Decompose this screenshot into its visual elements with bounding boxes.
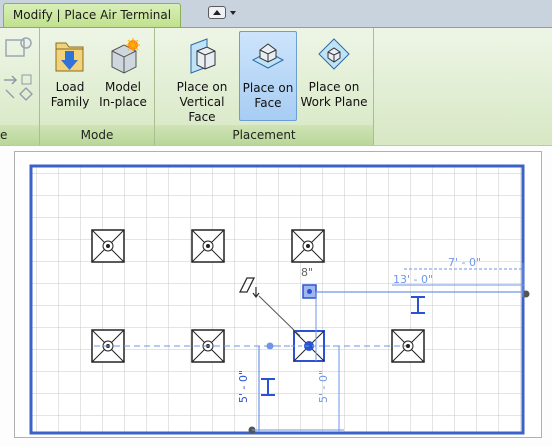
dimension-13ft[interactable]: 13' - 0" — [393, 273, 433, 286]
panel-mode: Load Family Model In-place Mode — [40, 28, 155, 145]
panel-create-title: e — [0, 125, 39, 145]
dimension-5ft-left[interactable]: 5' - 0" — [237, 370, 250, 403]
panel-placement-title: Placement — [155, 125, 373, 145]
place-on-vertical-face-button[interactable]: Place on Vertical Face — [167, 31, 237, 124]
panel-mode-title: Mode — [40, 125, 154, 145]
load-family-label-1: Load — [55, 80, 85, 94]
dimension-5ft-right[interactable]: 5' - 0" — [317, 370, 330, 403]
face-label-2: Face — [254, 96, 282, 110]
load-family-label-2: Family — [50, 95, 90, 109]
tab-modify-place-air-terminal[interactable]: Modify | Place Air Terminal — [3, 3, 181, 28]
air-terminal[interactable] — [291, 229, 325, 263]
face-icon — [251, 43, 285, 69]
create-tools-icon[interactable] — [2, 34, 36, 104]
panel-placement: Place on Vertical Face Place on Face Place… — [155, 28, 374, 145]
ribbon-tab-bar: Modify | Place Air Terminal — [0, 0, 552, 28]
ribbon: Modify | Place Air Terminal e Load Famil… — [0, 0, 552, 145]
work-plane-label-1: Place on — [308, 80, 360, 94]
place-on-face-button[interactable]: Place on Face — [239, 31, 297, 121]
model-in-place-icon — [111, 38, 140, 74]
face-label-1: Place on — [242, 81, 294, 95]
load-family-button[interactable]: Load Family — [45, 31, 95, 121]
window-switch-icon[interactable] — [208, 5, 240, 22]
chevron-down-icon[interactable] — [230, 11, 236, 15]
place-on-work-plane-button[interactable]: Place on Work Plane — [299, 31, 369, 121]
model-in-place-label-1: Model — [104, 80, 142, 94]
dimension-7ft[interactable]: 7' - 0" — [448, 256, 481, 269]
snap-point[interactable] — [266, 342, 274, 350]
dimension-8in[interactable]: 8" — [301, 266, 313, 279]
air-terminal-preview[interactable] — [302, 284, 317, 299]
model-in-place-label-2: In-place — [99, 95, 147, 109]
ribbon-panels: e Load Family Model In-place Mode Place … — [0, 27, 552, 145]
work-plane-icon — [318, 38, 350, 70]
panel-create-partial: e — [0, 28, 40, 145]
air-terminal[interactable] — [191, 229, 225, 263]
dimension-end-marker[interactable] — [522, 290, 530, 298]
ceiling-grid — [31, 166, 523, 433]
vertical-face-label-2: Vertical Face — [179, 95, 225, 124]
load-family-icon — [55, 42, 84, 72]
vertical-face-icon — [190, 38, 216, 74]
work-plane-label-2: Work Plane — [300, 95, 368, 109]
plan-drawing[interactable]: 8" 13' - 0" 7' - 0" 5' - 0" 5' - 0" — [14, 151, 542, 438]
vertical-face-label-1: Place on — [176, 80, 228, 94]
air-terminal[interactable] — [91, 229, 125, 263]
model-in-place-button[interactable]: Model In-place — [96, 31, 150, 121]
